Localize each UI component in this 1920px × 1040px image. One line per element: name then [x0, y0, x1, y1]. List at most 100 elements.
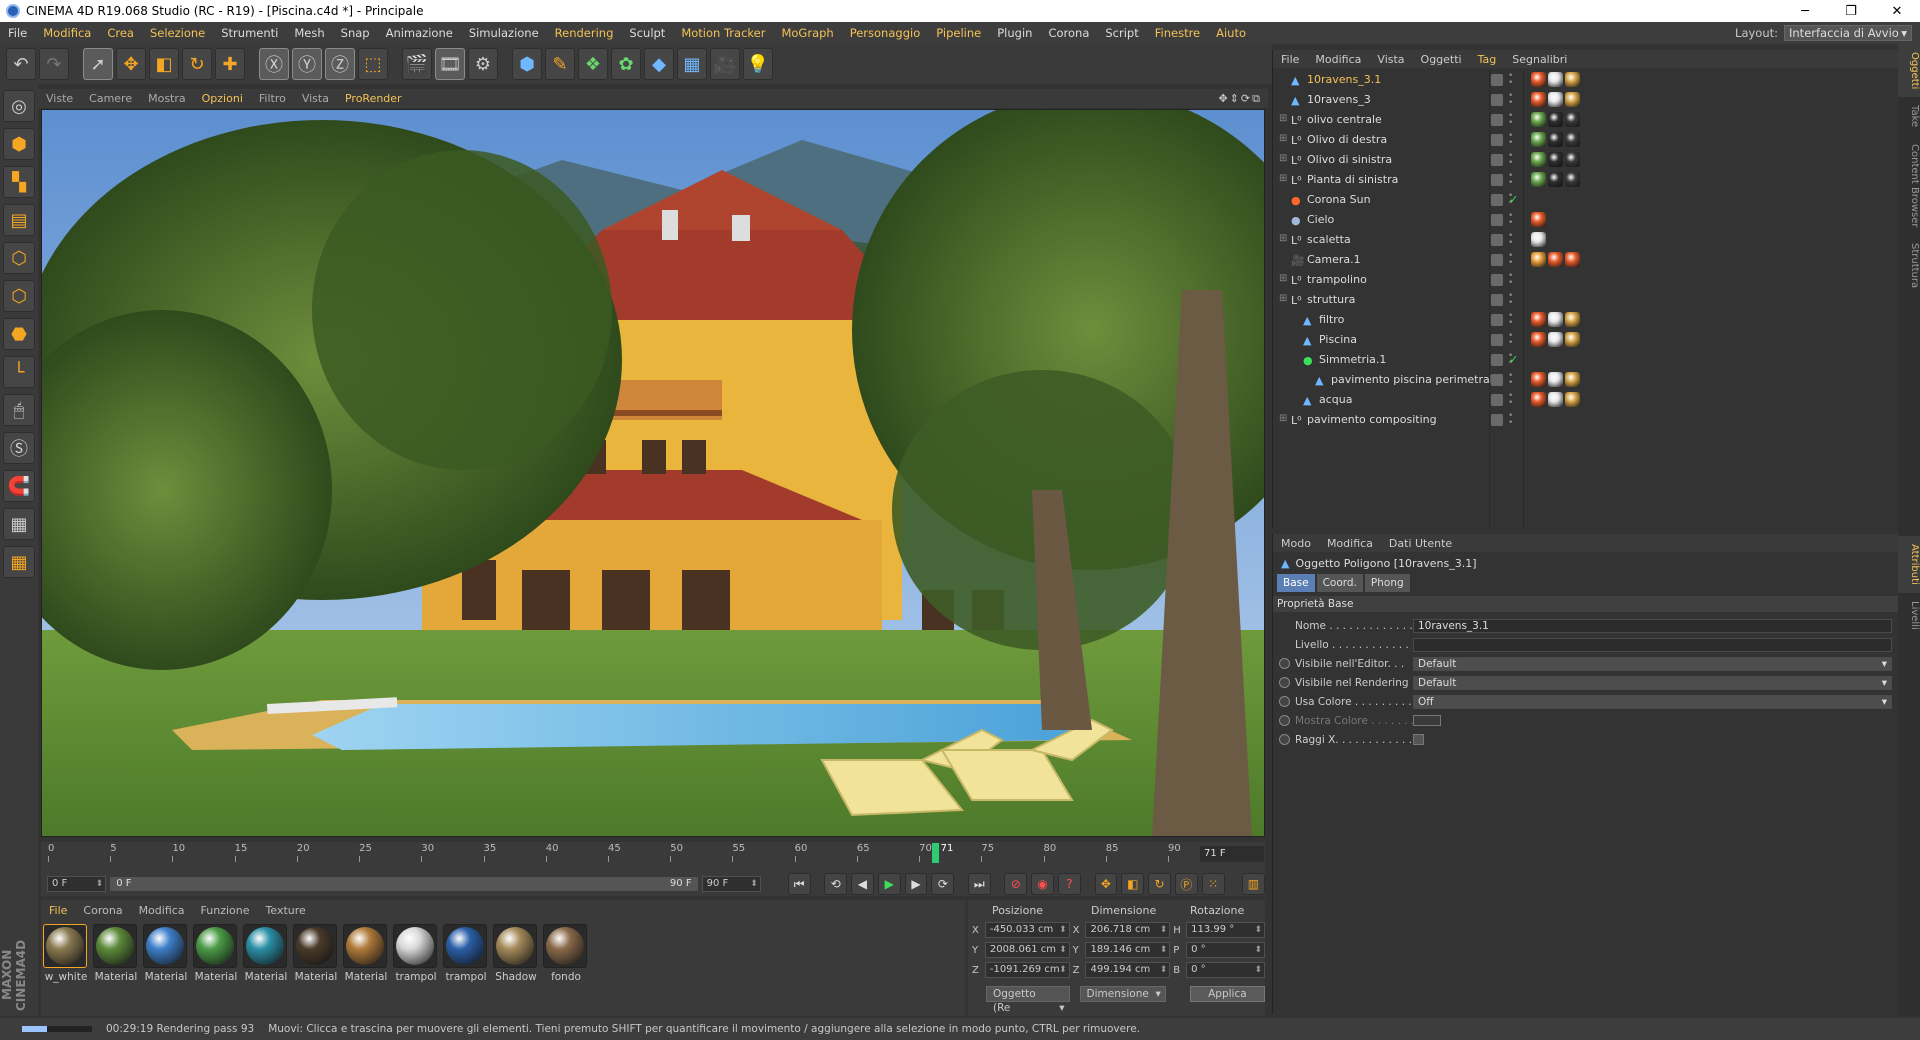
visibility-toggle[interactable]: [1491, 374, 1503, 386]
object-menu-oggetti[interactable]: Oggetti: [1413, 53, 1470, 66]
attribute-menu-modo[interactable]: Modo: [1273, 537, 1319, 550]
pen-icon[interactable]: ✎: [545, 48, 575, 80]
object-row[interactable]: ⊞ L⁰ Pianta di sinistra • •: [1273, 170, 1899, 190]
menu-corona[interactable]: Corona: [1040, 26, 1097, 40]
viewport-menu-filtro[interactable]: Filtro: [251, 92, 294, 105]
tag-icon[interactable]: [1531, 332, 1546, 347]
object-name[interactable]: olivo centrale: [1307, 113, 1382, 126]
object-name[interactable]: 10ravens_3.1: [1307, 73, 1381, 86]
object-row[interactable]: ● Simmetria.1 • • ✓: [1273, 350, 1899, 370]
material-menu-corona[interactable]: Corona: [75, 904, 130, 917]
viewport-3d[interactable]: [41, 109, 1265, 837]
property-field[interactable]: [1413, 637, 1892, 652]
visibility-toggle[interactable]: [1491, 314, 1503, 326]
material-thumbnail[interactable]: Shadow: [493, 924, 539, 983]
edges-mode-icon[interactable]: ⬡: [3, 280, 35, 312]
timeline-window-icon[interactable]: ▥: [1242, 873, 1265, 895]
object-name[interactable]: pavimento piscina perimetrale: [1331, 373, 1500, 386]
visibility-toggle[interactable]: [1491, 254, 1503, 266]
render-picture-viewer-icon[interactable]: 🎞: [435, 48, 465, 80]
render-dots-icon[interactable]: • •: [1508, 92, 1513, 108]
animate-radio[interactable]: [1279, 677, 1290, 688]
animate-radio[interactable]: [1279, 734, 1290, 745]
go-to-start-icon[interactable]: ⏮: [787, 873, 811, 895]
object-menu-modifica[interactable]: Modifica: [1307, 53, 1369, 66]
menu-personaggio[interactable]: Personaggio: [842, 26, 929, 40]
autokey-icon[interactable]: ◉: [1031, 873, 1055, 895]
render-dots-icon[interactable]: • •: [1508, 232, 1513, 248]
size-field[interactable]: 206.718 cm: [1085, 922, 1171, 938]
object-row[interactable]: ▲ pavimento piscina perimetrale • •: [1273, 370, 1899, 390]
visibility-toggle[interactable]: [1491, 354, 1503, 366]
side-tab-attributi[interactable]: Attributi: [1898, 536, 1920, 593]
material-thumbnail[interactable]: trampol: [393, 924, 439, 983]
render-dots-icon[interactable]: • •: [1508, 132, 1513, 148]
size-field[interactable]: 499.194 cm: [1085, 962, 1171, 978]
tab-base[interactable]: Base: [1277, 574, 1315, 592]
expand-icon[interactable]: ⊞: [1279, 133, 1287, 144]
attribute-menu-modifica[interactable]: Modifica: [1319, 537, 1381, 550]
light-icon[interactable]: 💡: [743, 48, 773, 80]
tag-icon[interactable]: [1548, 72, 1563, 87]
viewport-menu-prorender[interactable]: ProRender: [337, 92, 410, 105]
object-name[interactable]: 10ravens_3: [1307, 93, 1371, 106]
render-dots-icon[interactable]: • •: [1508, 152, 1513, 168]
menu-strumenti[interactable]: Strumenti: [213, 26, 286, 40]
object-row[interactable]: ▲ acqua • •: [1273, 390, 1899, 410]
side-tab-struttura[interactable]: Struttura: [1898, 235, 1920, 296]
planar-workplane-icon[interactable]: ▦: [3, 546, 35, 578]
keyframe-selection-icon[interactable]: ?: [1058, 873, 1081, 895]
cloner-icon[interactable]: ✿: [611, 48, 641, 80]
tag-icon[interactable]: [1531, 372, 1546, 387]
current-frame-field[interactable]: 71 F: [1200, 846, 1264, 862]
animate-radio[interactable]: [1279, 696, 1290, 707]
locked-workplane-icon[interactable]: ▦: [3, 508, 35, 540]
animate-radio[interactable]: [1279, 715, 1290, 726]
key-pla-icon[interactable]: ⁙: [1201, 873, 1225, 895]
tag-icon[interactable]: [1531, 252, 1546, 267]
maximize-button[interactable]: ❐: [1828, 4, 1874, 19]
size-field[interactable]: 189.146 cm: [1085, 942, 1171, 958]
make-editable-icon[interactable]: ◎: [3, 90, 35, 122]
play-icon[interactable]: ▶: [877, 873, 901, 895]
object-name[interactable]: pavimento compositing: [1307, 413, 1437, 426]
previous-frame-icon[interactable]: ◀: [851, 873, 874, 895]
menu-finestre[interactable]: Finestre: [1147, 26, 1208, 40]
visibility-toggle[interactable]: [1491, 394, 1503, 406]
viewport-menu-opzioni[interactable]: Opzioni: [194, 92, 251, 105]
viewport-menu-camere[interactable]: Camere: [81, 92, 140, 105]
material-thumbnail[interactable]: trampol: [443, 924, 489, 983]
tag-icon[interactable]: [1565, 312, 1580, 327]
property-field[interactable]: 10ravens_3.1: [1413, 618, 1892, 633]
tag-icon[interactable]: [1548, 332, 1563, 347]
start-frame-field[interactable]: 0 F: [47, 876, 107, 892]
menu-crea[interactable]: Crea: [99, 26, 142, 40]
render-view-icon[interactable]: 🎬: [402, 48, 432, 80]
menu-selezione[interactable]: Selezione: [142, 26, 213, 40]
move-icon[interactable]: ✥: [116, 48, 146, 80]
render-dots-icon[interactable]: • •: [1508, 412, 1513, 428]
visibility-toggle[interactable]: [1491, 134, 1503, 146]
key-scale-icon[interactable]: ◧: [1121, 873, 1145, 895]
tag-icon[interactable]: [1548, 392, 1563, 407]
object-name[interactable]: Piscina: [1319, 333, 1357, 346]
material-menu-modifica[interactable]: Modifica: [131, 904, 193, 917]
menu-aiuto[interactable]: Aiuto: [1208, 26, 1254, 40]
live-selection-icon[interactable]: ➚: [83, 48, 113, 80]
expand-icon[interactable]: ⊞: [1279, 233, 1287, 244]
y-axis-icon[interactable]: Ⓨ: [292, 48, 322, 80]
tag-icon[interactable]: [1565, 152, 1580, 167]
z-axis-icon[interactable]: Ⓩ: [325, 48, 355, 80]
object-menu-tag[interactable]: Tag: [1470, 53, 1505, 66]
tag-icon[interactable]: [1565, 172, 1580, 187]
tab-phong[interactable]: Phong: [1364, 574, 1410, 592]
object-name[interactable]: Cielo: [1307, 213, 1334, 226]
menu-motion-tracker[interactable]: Motion Tracker: [673, 26, 773, 40]
material-thumbnail[interactable]: Material: [343, 924, 389, 983]
object-name[interactable]: scaletta: [1307, 233, 1351, 246]
tag-icon[interactable]: [1565, 372, 1580, 387]
tag-icon[interactable]: [1565, 132, 1580, 147]
visibility-toggle[interactable]: [1491, 194, 1503, 206]
object-row[interactable]: ● Cielo • •: [1273, 210, 1899, 230]
menu-script[interactable]: Script: [1097, 26, 1146, 40]
